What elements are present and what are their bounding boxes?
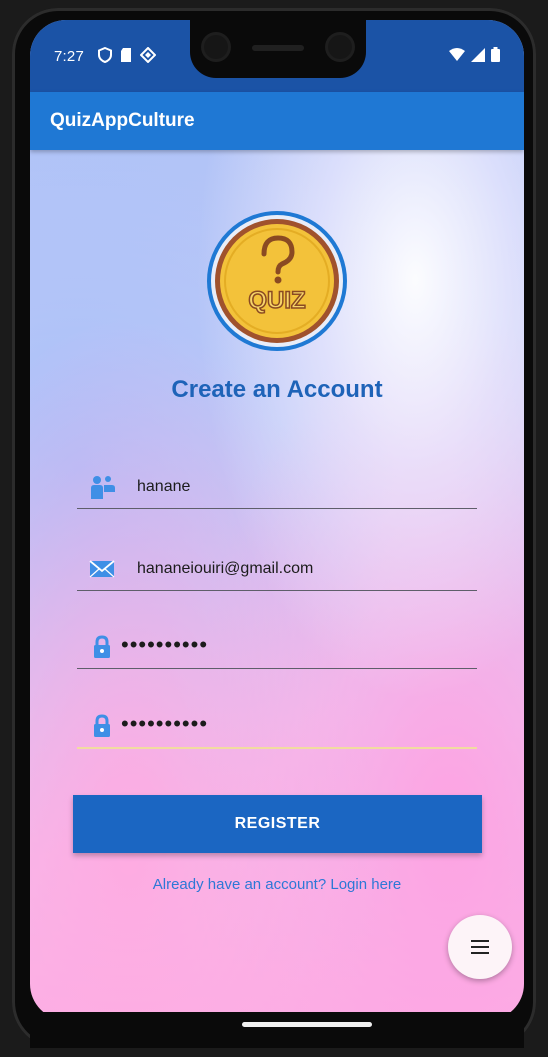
menu-icon [471, 940, 489, 954]
email-value: hananeiouiri@gmail.com [137, 560, 314, 577]
device-frame: 7:27 QuizAppCulture QUIZ Create an Accou… [0, 0, 548, 1057]
signal-icon [471, 47, 485, 62]
front-camera-right [328, 35, 352, 59]
status-system-icons [449, 47, 500, 62]
diamond-notification-icon [140, 47, 156, 63]
system-nav-bar [30, 1012, 524, 1048]
password-value: •••••••••• [121, 632, 209, 657]
email-field[interactable]: hananeiouiri@gmail.com [77, 550, 477, 591]
status-time: 7:27 [54, 48, 84, 65]
email-icon [89, 560, 115, 578]
camera-notch [190, 20, 366, 78]
home-gesture-handle[interactable] [242, 1022, 372, 1027]
front-camera-left [204, 35, 228, 59]
sd-card-icon [121, 48, 131, 62]
shield-notification-icon [98, 47, 112, 63]
register-button[interactable]: REGISTER [73, 795, 482, 853]
login-link[interactable]: Already have an account? Login here [30, 876, 524, 893]
confirm-password-value: •••••••••• [121, 711, 209, 736]
status-notification-icons [98, 47, 156, 63]
status-bar: 7:27 [30, 20, 524, 92]
logo-text: QUIZ [248, 287, 305, 314]
username-value: hanane [137, 478, 191, 495]
lock-icon [94, 635, 110, 658]
username-field[interactable]: hanane [77, 468, 477, 509]
menu-fab-button[interactable] [448, 915, 512, 979]
page-title: Create an Account [171, 376, 383, 403]
confirm-password-field[interactable]: •••••••••• [77, 707, 477, 749]
wifi-icon [449, 47, 465, 61]
app-title: QuizAppCulture [50, 110, 195, 131]
users-icon [91, 476, 115, 499]
app-screen: 7:27 QuizAppCulture QUIZ Create an Accou… [30, 20, 524, 1020]
lock-icon [94, 714, 110, 737]
battery-icon [491, 47, 500, 62]
quiz-logo: QUIZ [207, 211, 347, 351]
password-field[interactable]: •••••••••• [77, 628, 477, 669]
app-bar: QuizAppCulture [30, 92, 524, 150]
earpiece-speaker [252, 45, 304, 51]
